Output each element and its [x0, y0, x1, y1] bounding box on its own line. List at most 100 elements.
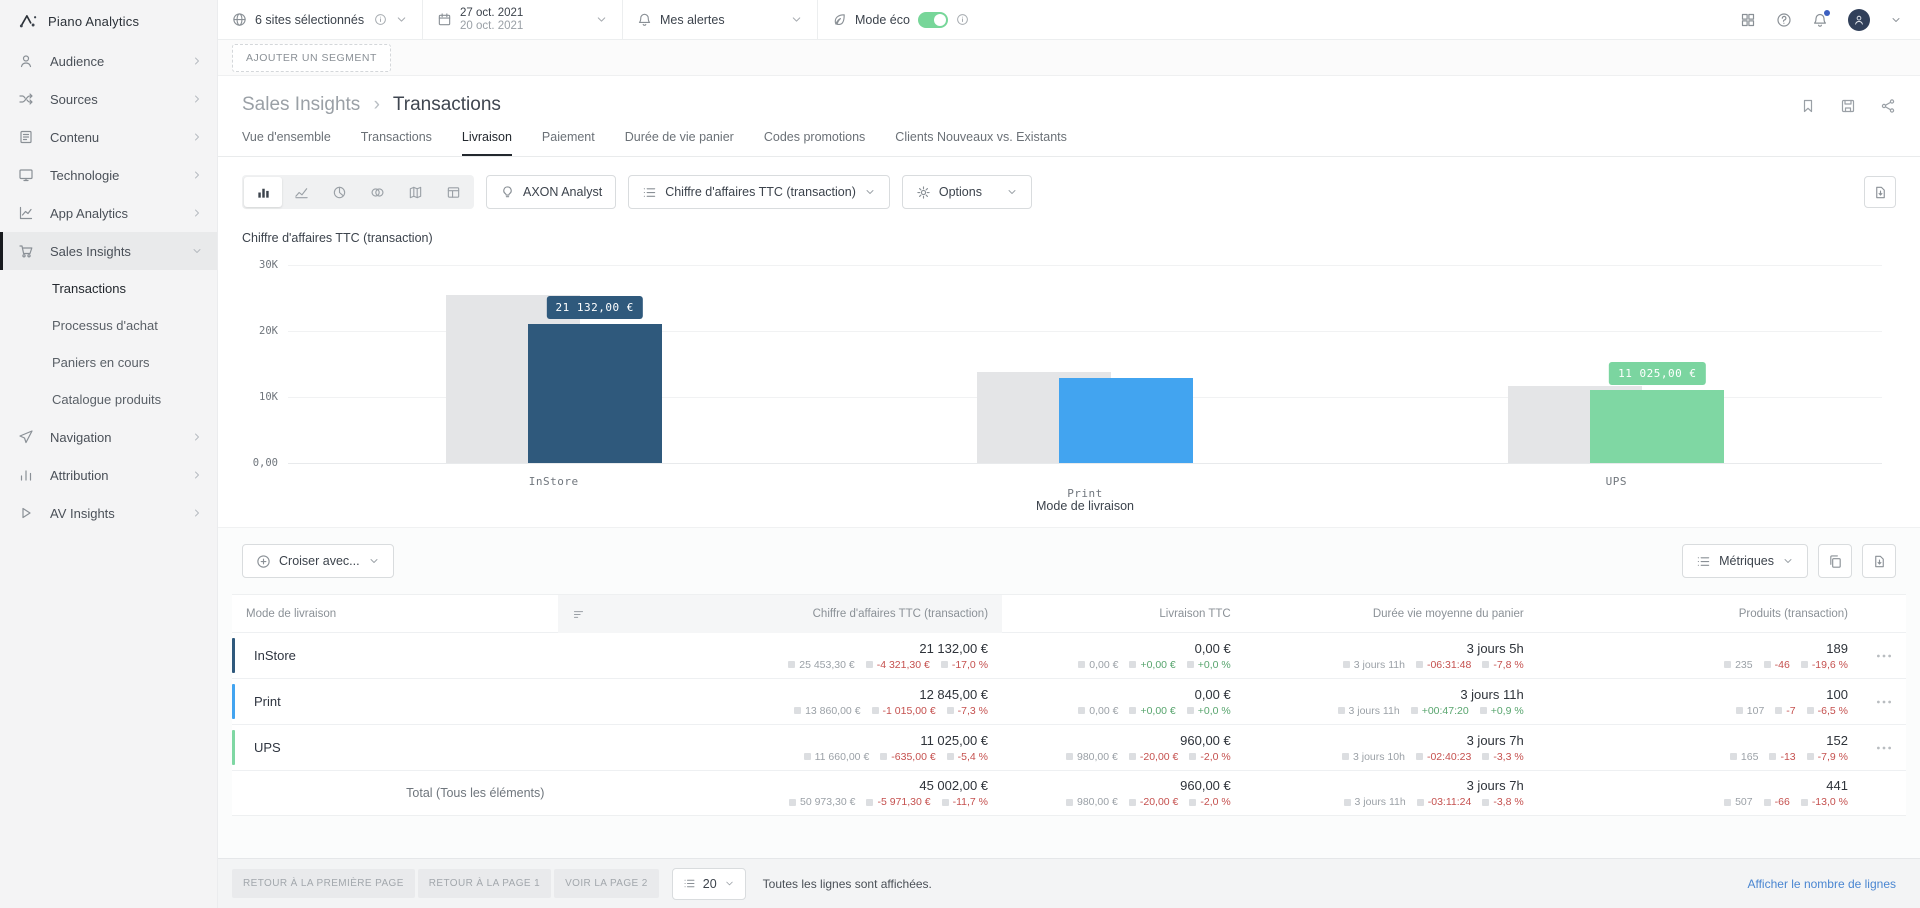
- voir-la-page-2-button[interactable]: VOIR LA PAGE 2: [554, 869, 659, 898]
- column-header-produits-transaction[interactable]: Produits (transaction): [1538, 595, 1862, 633]
- chevron-down-icon[interactable]: [1890, 14, 1902, 26]
- options-dropdown[interactable]: Options: [901, 175, 1032, 209]
- notifications-bell-icon[interactable]: [1812, 9, 1830, 28]
- app-root: Piano Analytics Audience Sources Contenu Te…: [0, 0, 1920, 908]
- y-axis-tick: 0,00: [252, 457, 278, 469]
- rows-per-page-dropdown[interactable]: 20: [671, 867, 746, 900]
- tab-paiement[interactable]: Paiement: [542, 130, 595, 156]
- sidebar-item-label: Sales Insights: [50, 243, 131, 259]
- gear-icon: [916, 185, 931, 200]
- user-avatar[interactable]: [1848, 8, 1870, 31]
- sidebar-item-contenu[interactable]: Contenu: [0, 118, 217, 156]
- alerts-label: Mes alertes: [660, 12, 725, 27]
- percent-change: -2,0 %: [1189, 796, 1231, 808]
- table-total-row: Total (Tous les éléments) 45 002,00 € 50 9…: [232, 771, 1906, 815]
- sidebar-item-label: Audience: [50, 53, 105, 69]
- tab-vue-d-ensemble[interactable]: Vue d'ensemble: [242, 130, 331, 156]
- show-row-count-link[interactable]: Afficher le nombre de lignes: [1747, 877, 1896, 891]
- metric-cell: 960,00 € 980,00 € -20,00 € -2,0 %: [1002, 778, 1245, 808]
- share-icon[interactable]: [1880, 98, 1896, 114]
- file-export-icon: [1873, 185, 1888, 200]
- chart-type-venn-chart-button[interactable]: [358, 177, 396, 207]
- percent-change: -6,5 %: [1806, 705, 1848, 717]
- date-range-selector[interactable]: 27 oct. 2021 20 oct. 2021: [423, 0, 623, 39]
- tab-transactions[interactable]: Transactions: [361, 130, 432, 156]
- metric-cell: 3 jours 7h 3 jours 11h -03:11:24 -3,8 %: [1245, 778, 1538, 808]
- metrics-dropdown[interactable]: Métriques: [1682, 544, 1808, 578]
- row-more-button[interactable]: [1874, 692, 1894, 712]
- sidebar-item-navigation[interactable]: Navigation: [0, 418, 217, 456]
- breadcrumb-parent[interactable]: Sales Insights: [242, 94, 360, 115]
- content-header: Sales Insights › Transactions: [218, 76, 1920, 116]
- sort-icon: [572, 608, 585, 621]
- retour-la-page-1-button[interactable]: RETOUR À LA PAGE 1: [417, 869, 552, 898]
- metric-dropdown[interactable]: Chiffre d'affaires TTC (transaction): [628, 175, 890, 209]
- sidebar-subitem-paniers-en-cours[interactable]: Paniers en cours: [0, 344, 217, 381]
- apps-grid-icon[interactable]: [1740, 12, 1756, 28]
- previous-value: 507: [1724, 796, 1753, 808]
- chart-type-map-chart-button[interactable]: [396, 177, 434, 207]
- sidebar-item-app-analytics[interactable]: App Analytics: [0, 194, 217, 232]
- metric-main-value: 3 jours 7h: [1466, 732, 1524, 748]
- bar-instore-current[interactable]: [527, 324, 662, 463]
- axon-analyst-button[interactable]: AXON Analyst: [486, 175, 617, 209]
- sidebar-item-label: AV Insights: [50, 505, 115, 521]
- list-icon: [1696, 554, 1711, 569]
- column-header-livraison-ttc[interactable]: Livraison TTC: [1002, 595, 1245, 633]
- sidebar-subitem-transactions[interactable]: Transactions: [0, 270, 217, 307]
- delta-value: +0,00 €: [1129, 659, 1176, 671]
- cross-with-dropdown[interactable]: Croiser avec...: [242, 544, 394, 578]
- sidebar-item-technologie[interactable]: Technologie: [0, 156, 217, 194]
- bookmark-icon[interactable]: [1800, 98, 1816, 114]
- sidebar-item-av-insights[interactable]: AV Insights: [0, 494, 217, 532]
- bars-icon: [18, 467, 34, 483]
- help-icon[interactable]: [1776, 12, 1792, 28]
- tab-clients-nouveaux-vs-existants[interactable]: Clients Nouveaux vs. Existants: [895, 130, 1067, 156]
- chart-type-table-chart-button[interactable]: [434, 177, 472, 207]
- sidebar-nav: Audience Sources Contenu Technologie App Ana…: [0, 42, 217, 532]
- metric-main-value: 0,00 €: [1194, 686, 1231, 702]
- eco-label: Mode éco: [855, 12, 910, 27]
- row-more-button[interactable]: [1874, 646, 1894, 666]
- sidebar-subitem-catalogue-produits[interactable]: Catalogue produits: [0, 381, 217, 418]
- percent-change: -13,0 %: [1800, 796, 1848, 808]
- metric-cell: 3 jours 5h 3 jours 11h -06:31:48 -7,8 %: [1245, 640, 1538, 671]
- column-header-mode-de-livraison[interactable]: Mode de livraison: [232, 595, 558, 633]
- info-icon[interactable]: [956, 13, 969, 26]
- tab-codes-promotions[interactable]: Codes promotions: [764, 130, 865, 156]
- percent-change: -7,3 %: [946, 705, 988, 717]
- bar-print-current[interactable]: [1059, 378, 1193, 463]
- chevron-right-icon: [191, 469, 203, 481]
- bar-ups-current[interactable]: [1590, 390, 1725, 463]
- tab-livraison[interactable]: Livraison: [461, 130, 512, 156]
- metric-main-value: 45 002,00 €: [919, 778, 989, 793]
- alerts-selector[interactable]: Mes alertes: [623, 0, 818, 39]
- save-icon[interactable]: [1840, 98, 1856, 114]
- metric-main-value: 0,00 €: [1194, 640, 1231, 656]
- download-table-button[interactable]: [1862, 544, 1896, 578]
- sidebar-subitem-processus-d-achat[interactable]: Processus d'achat: [0, 307, 217, 344]
- column-header-chiffre-d-affaires-ttc-transaction[interactable]: Chiffre d'affaires TTC (transaction): [558, 595, 1003, 633]
- percent-change: +0,9 %: [1479, 705, 1524, 717]
- eco-toggle[interactable]: [917, 11, 948, 28]
- column-header-dur-e-vie-moyenne-du-panier[interactable]: Durée vie moyenne du panier: [1245, 595, 1538, 633]
- percent-change: -3,8 %: [1482, 796, 1524, 808]
- chart-type-bar-chart-button[interactable]: [244, 177, 282, 207]
- sidebar-item-label: Technologie: [50, 167, 120, 183]
- sidebar-item-audience[interactable]: Audience: [0, 42, 217, 80]
- site-selector[interactable]: 6 sites sélectionnés: [218, 0, 423, 39]
- row-more-button[interactable]: [1874, 738, 1894, 758]
- tab-dur-e-de-vie-panier[interactable]: Durée de vie panier: [625, 130, 734, 156]
- info-icon[interactable]: [374, 13, 387, 26]
- app-logo[interactable]: Piano Analytics: [0, 0, 217, 42]
- chart-type-line-chart-button[interactable]: [282, 177, 320, 207]
- previous-value: 980,00 €: [1065, 796, 1118, 808]
- sidebar-item-sales-insights[interactable]: Sales Insights: [0, 232, 217, 270]
- retour-la-premi-re-page-button[interactable]: RETOUR À LA PREMIÈRE PAGE: [232, 869, 415, 898]
- export-chart-button[interactable]: [1864, 176, 1896, 208]
- copy-table-button[interactable]: [1818, 544, 1852, 578]
- sidebar-item-attribution[interactable]: Attribution: [0, 456, 217, 494]
- chart-type-pie-chart-button[interactable]: [320, 177, 358, 207]
- add-segment-button[interactable]: AJOUTER UN SEGMENT: [232, 43, 391, 72]
- sidebar-item-sources[interactable]: Sources: [0, 80, 217, 118]
